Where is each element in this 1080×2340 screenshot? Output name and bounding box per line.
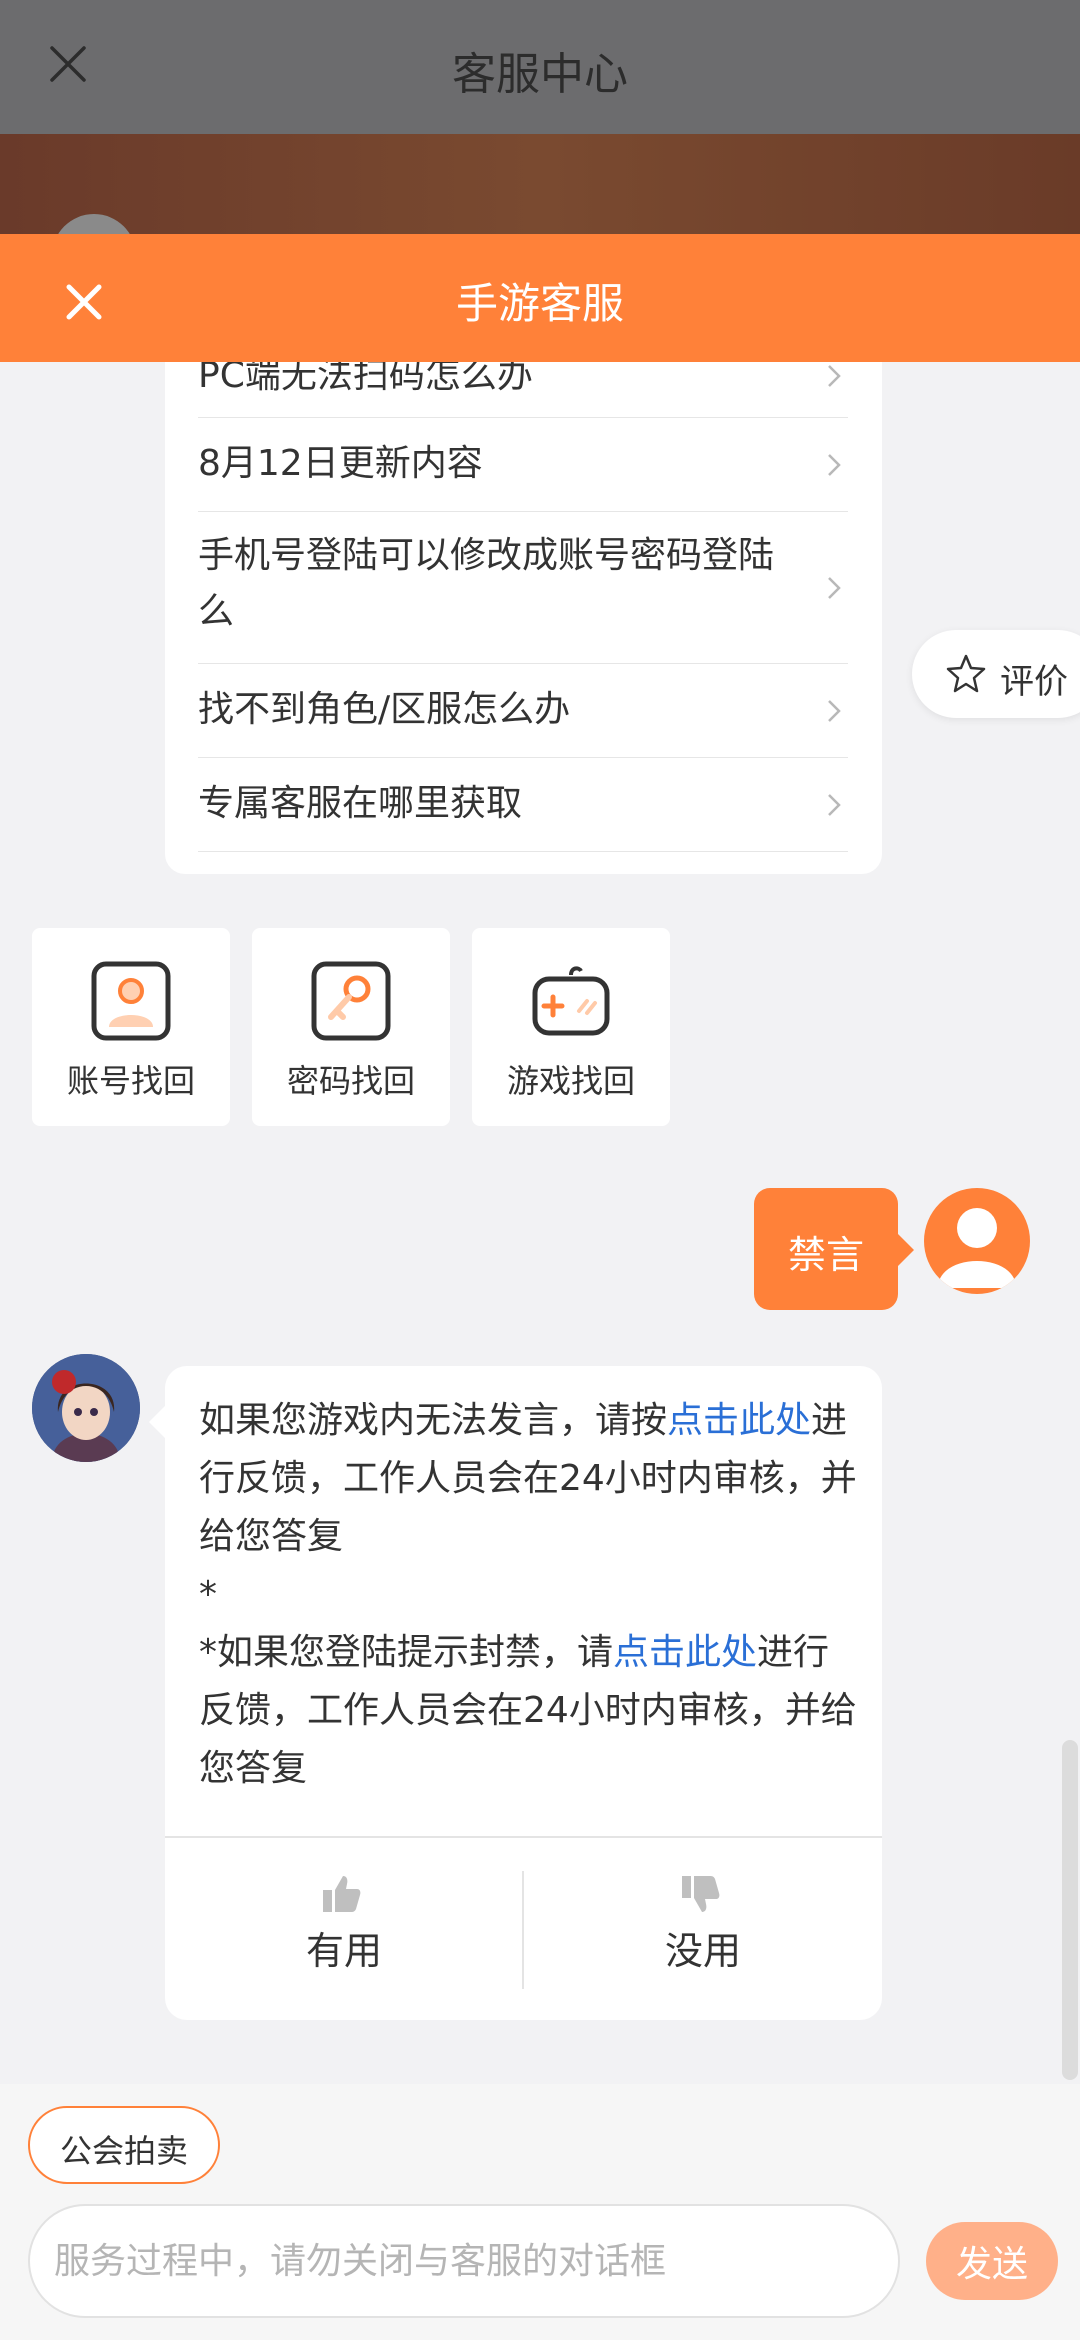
useless-label: 没用 <box>664 1929 741 1973</box>
chevron-right-icon <box>828 576 841 599</box>
chevron-right-icon <box>828 453 841 476</box>
message-text: 如果您游戏内无法发言，请按 <box>199 1400 668 1441</box>
user-avatar <box>924 1188 1030 1294</box>
chevron-right-icon <box>828 793 841 816</box>
feedback-link[interactable]: 点击此处 <box>613 1632 757 1673</box>
review-button[interactable]: 评价 <box>912 630 1080 718</box>
page-title: 客服中心 <box>452 49 628 100</box>
bot-avatar-icon <box>32 1354 140 1462</box>
faq-item[interactable]: 找不到角色/区服怎么办 <box>198 664 848 758</box>
guild-auction-tag[interactable]: 公会拍卖 <box>28 2106 220 2184</box>
review-label: 评价 <box>1000 662 1068 702</box>
faq-item-label: 专属客服在哪里获取 <box>198 783 523 824</box>
send-label: 发送 <box>955 2244 1028 2285</box>
useful-button[interactable]: 有用 <box>165 1856 523 2006</box>
tag-label: 公会拍卖 <box>59 2132 188 2170</box>
faq-item[interactable]: 专属客服在哪里获取 <box>198 758 848 852</box>
send-button[interactable]: 发送 <box>926 2222 1058 2300</box>
useless-button[interactable]: 没用 <box>524 1856 882 2006</box>
faq-item-label: 8月12日更新内容 <box>198 443 483 484</box>
account-recover-tile[interactable]: 账号找回 <box>32 928 230 1126</box>
faq-item[interactable]: 8月12日更新内容 <box>198 418 848 512</box>
scrollbar[interactable] <box>1062 1740 1078 2080</box>
bot-message-text: 如果您游戏内无法发言，请按点击此处进行反馈，工作人员会在24小时内审核，并给您答… <box>199 1392 859 1798</box>
bottom-bar: 公会拍卖 发送 <box>0 2084 1080 2340</box>
tile-label: 密码找回 <box>286 1062 415 1100</box>
tile-label: 游戏找回 <box>506 1062 635 1100</box>
faq-card: PC端无法扫码怎么办 8月12日更新内容 手机号登陆可以修改成账号密码登陆么 找… <box>165 362 882 874</box>
user-message-text: 禁言 <box>787 1233 864 1277</box>
bubble-tail <box>149 1406 165 1438</box>
faq-item-label: PC端无法扫码怎么办 <box>198 362 533 396</box>
message-text: * <box>199 1574 217 1615</box>
faq-item[interactable]: 手机号登陆可以修改成账号密码登陆么 <box>198 512 848 664</box>
message-input[interactable] <box>28 2204 900 2318</box>
banner-strip <box>0 134 1080 298</box>
chevron-right-icon <box>828 364 841 387</box>
thumbs-down-icon <box>682 1876 720 1912</box>
bot-message-bubble: 如果您游戏内无法发言，请按点击此处进行反馈，工作人员会在24小时内审核，并给您答… <box>149 1366 882 2020</box>
useful-label: 有用 <box>305 1929 382 1973</box>
faq-item-label: 手机号登陆可以修改成账号密码登陆么 <box>198 535 775 632</box>
thumbs-up-icon <box>323 1876 361 1912</box>
faq-item[interactable]: PC端无法扫码怎么办 <box>198 362 848 418</box>
password-key-icon <box>311 961 391 1041</box>
faq-item-label: 找不到角色/区服怎么办 <box>198 689 571 730</box>
game-recover-tile[interactable]: 游戏找回 <box>472 928 670 1126</box>
user-avatar-icon <box>938 1208 1016 1288</box>
account-recover-icon <box>91 961 171 1041</box>
nav-bar: 手游客服 <box>0 234 1080 362</box>
bubble-tail <box>898 1234 914 1266</box>
star-outline-icon <box>946 654 986 693</box>
top-header: 客服中心 <box>0 0 1080 134</box>
chevron-right-icon <box>828 699 841 722</box>
gamepad-icon <box>532 966 610 1036</box>
message-text: *如果您登陆提示封禁，请 <box>199 1632 614 1673</box>
password-recover-tile[interactable]: 密码找回 <box>252 928 450 1126</box>
divider <box>165 1836 882 1838</box>
bot-avatar <box>32 1354 140 1462</box>
user-message-bubble: 禁言 <box>754 1188 914 1310</box>
nav-title: 手游客服 <box>455 279 624 328</box>
feedback-link[interactable]: 点击此处 <box>667 1400 811 1441</box>
tile-label: 账号找回 <box>66 1062 195 1100</box>
